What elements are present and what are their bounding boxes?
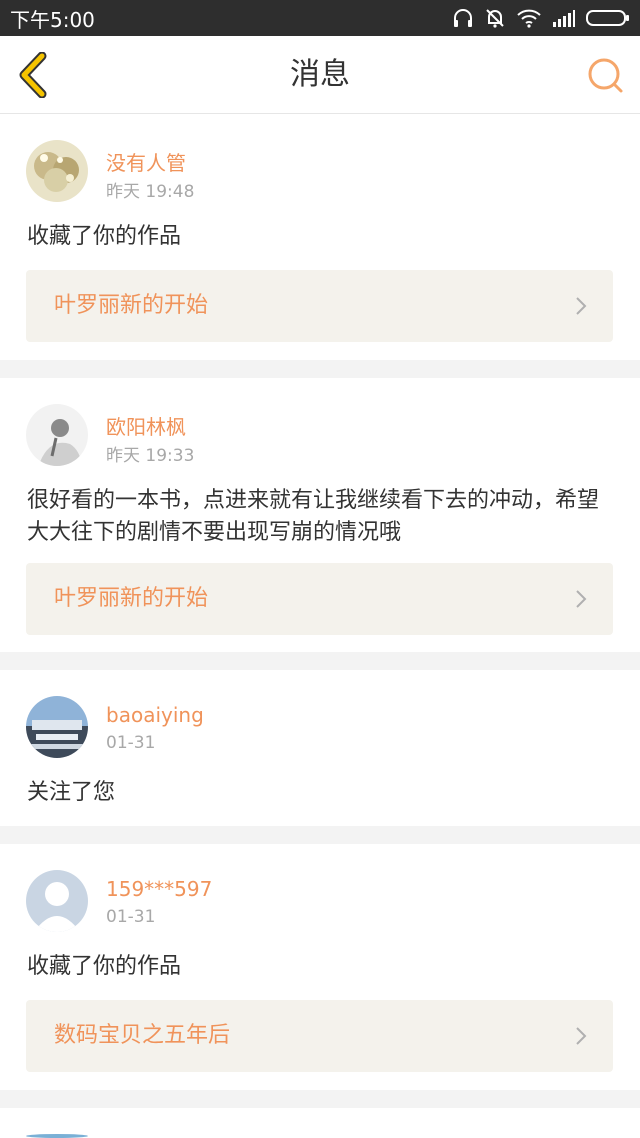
work-link[interactable]: 叶罗丽新的开始 <box>26 270 613 342</box>
user-name[interactable]: 欧阳林枫 <box>106 411 186 440</box>
battery-icon <box>586 10 629 26</box>
user-name[interactable]: 159***597 <box>106 877 212 901</box>
search-icon <box>588 58 623 93</box>
mute-bell-icon <box>486 9 504 28</box>
status-bar: 下午5:00 <box>0 0 640 36</box>
message-time: 昨天 19:48 <box>106 182 195 202</box>
avatar[interactable] <box>26 870 88 932</box>
message-time: 01-31 <box>106 733 156 753</box>
message-card: baoaiying 01-31 关注了您 <box>0 670 640 826</box>
message-text: 收藏了你的作品 <box>27 954 182 979</box>
chevron-right-icon <box>576 1027 587 1045</box>
avatar[interactable] <box>26 696 88 758</box>
work-link[interactable]: 数码宝贝之五年后 <box>26 1000 613 1072</box>
work-title: 数码宝贝之五年后 <box>54 1023 231 1048</box>
message-card: 没有人管 昨天 19:48 收藏了你的作品 叶罗丽新的开始 <box>0 114 640 360</box>
message-text: 很好看的一本书，点进来就有让我继续看下去的冲动，希望大大往下的剧情不要出现写崩的… <box>27 488 600 545</box>
message-text: 关注了您 <box>27 780 116 805</box>
message-card <box>0 1108 640 1138</box>
message-text: 收藏了你的作品 <box>27 224 182 249</box>
chevron-right-icon <box>576 590 587 608</box>
work-title: 叶罗丽新的开始 <box>54 293 209 318</box>
work-title: 叶罗丽新的开始 <box>54 586 209 611</box>
message-time: 昨天 19:33 <box>106 446 195 466</box>
work-link[interactable]: 叶罗丽新的开始 <box>26 563 613 635</box>
page-title: 消息 <box>290 57 350 92</box>
user-name[interactable]: baoaiying <box>106 703 204 727</box>
chevron-right-icon <box>576 297 587 315</box>
message-card: 欧阳林枫 昨天 19:33 很好看的一本书，点进来就有让我继续看下去的冲动，希望… <box>0 378 640 652</box>
avatar[interactable] <box>26 1134 88 1138</box>
status-time: 下午5:00 <box>10 7 95 32</box>
wifi-icon <box>517 9 541 28</box>
app-header: 消息 <box>0 36 640 114</box>
signal-icon <box>553 10 575 27</box>
search-button[interactable] <box>586 56 626 96</box>
avatar[interactable] <box>26 404 88 466</box>
message-card: 159***597 01-31 收藏了你的作品 数码宝贝之五年后 <box>0 844 640 1090</box>
status-icons <box>452 7 630 29</box>
headphones-icon <box>454 9 472 27</box>
user-name[interactable]: 没有人管 <box>106 147 186 176</box>
message-time: 01-31 <box>106 907 156 927</box>
avatar[interactable] <box>26 140 88 202</box>
